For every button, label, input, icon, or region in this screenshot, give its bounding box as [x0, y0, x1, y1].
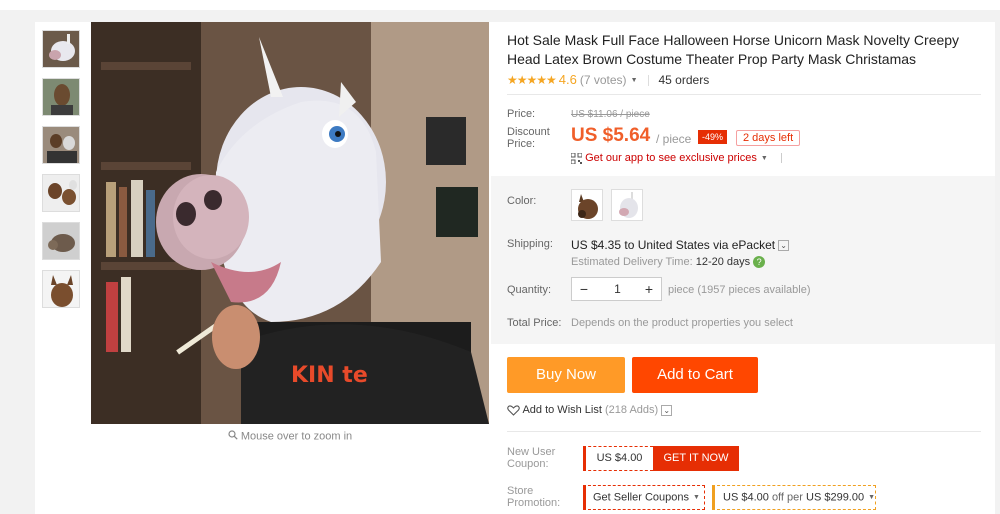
color-swatch-unicorn[interactable] [611, 189, 643, 221]
buy-now-button[interactable]: Buy Now [507, 357, 625, 393]
delivery-estimate: Estimated Delivery Time: 12-20 days? [571, 256, 766, 269]
discount-badge: -49% [698, 130, 728, 144]
shipping-label: Shipping: [507, 238, 553, 250]
quantity-decrease-button[interactable]: − [572, 278, 596, 300]
orders-count: 45 orders [658, 73, 710, 87]
rating-stars: ★★★★★ [507, 73, 557, 87]
caret-down-icon: ▼ [693, 494, 700, 501]
divider [780, 153, 782, 164]
store-promotion-dropdown[interactable]: US $4.00 off per US $299.00 ▼ [712, 485, 876, 510]
seller-coupons-dropdown[interactable]: Get Seller Coupons ▼ [583, 485, 705, 510]
days-left-badge: 2 days left [736, 130, 801, 146]
app-promo-link[interactable]: Get our app to see exclusive prices ▼ [570, 152, 782, 165]
wish-list-label: Add to Wish List [522, 404, 602, 416]
discount-price: US $5.64 [571, 125, 651, 146]
top-band [0, 0, 1000, 10]
thumbnail-horses[interactable] [42, 174, 80, 212]
price-unit: / piece [656, 132, 692, 146]
store-promotion-label: Store Promotion: [507, 485, 561, 509]
heart-icon [507, 404, 522, 416]
chevron-down-icon[interactable]: ▼ [631, 77, 638, 84]
availability-text: piece (1957 pieces available) [668, 284, 811, 296]
product-card: KIN te Mouse over to zoom in Hot Sale Ma… [35, 22, 995, 514]
chevron-down-icon[interactable]: ⌄ [778, 240, 790, 252]
main-product-image[interactable]: KIN te [91, 22, 489, 424]
wish-count: (218 Adds) [605, 404, 659, 416]
original-price: US $11.06 / piece [571, 109, 650, 120]
promo-off-text: off per [771, 491, 803, 504]
svg-text:KIN te: KIN te [291, 363, 368, 388]
thumbnail-list [42, 30, 82, 318]
color-swatch-brown[interactable] [571, 189, 603, 221]
zoom-hint-text: Mouse over to zoom in [240, 430, 353, 443]
rating-row: ★★★★★ 4.6 (7 votes) ▼ 45 orders [507, 72, 709, 87]
promo-amount: US $4.00 [723, 491, 769, 504]
quantity-increase-button[interactable]: + [637, 278, 661, 300]
chevron-down-icon[interactable]: ⌄ [661, 404, 673, 416]
shipping-value[interactable]: US $4.35 to United States via ePacket ⌄ [571, 238, 790, 252]
get-it-now-button[interactable]: GET IT NOW [653, 446, 739, 471]
app-promo-text: Get our app to see exclusive prices [585, 152, 757, 164]
promo-threshold: US $299.00 [806, 491, 865, 504]
quantity-label: Quantity: [507, 284, 552, 296]
wish-list-link[interactable]: Add to Wish List (218 Adds) ⌄ [507, 404, 673, 416]
search-icon [228, 430, 238, 443]
caret-down-icon: ▼ [760, 154, 768, 162]
help-icon[interactable]: ? [753, 256, 766, 269]
thumbnail-horse[interactable] [42, 78, 80, 116]
add-to-cart-button[interactable]: Add to Cart [632, 357, 758, 393]
rating-score: 4.6 [558, 72, 577, 87]
coupon-amount: US $4.00 [583, 446, 653, 471]
thumbnail-horse-brown[interactable] [42, 270, 80, 308]
seller-coupons-label: Get Seller Coupons [593, 491, 689, 504]
quantity-stepper: − 1 + [571, 277, 662, 301]
color-label: Color: [507, 195, 537, 207]
divider [647, 75, 649, 87]
estimated-label: Estimated Delivery Time: [571, 256, 693, 268]
discount-price-label: Discount Price: [507, 126, 550, 150]
new-user-coupon-label: New User Coupon: [507, 446, 556, 470]
divider [507, 431, 981, 432]
thumbnail-horse-gray[interactable] [42, 222, 80, 260]
quantity-input[interactable]: 1 [596, 278, 639, 300]
zoom-hint: Mouse over to zoom in [91, 430, 489, 443]
qr-code-icon [570, 152, 585, 165]
divider [507, 94, 981, 95]
unicorn-mask-photo: KIN te [91, 22, 489, 424]
caret-down-icon: ▼ [868, 494, 876, 501]
thumbnail-people[interactable] [42, 126, 80, 164]
price-label: Price: [507, 108, 536, 120]
estimated-value: 12-20 days [695, 256, 751, 268]
votes-link[interactable]: (7 votes) [580, 73, 627, 87]
total-price-value: Depends on the product properties you se… [571, 317, 793, 329]
total-price-label: Total Price: [507, 317, 562, 329]
product-title: Hot Sale Mask Full Face Halloween Horse … [507, 32, 960, 67]
thumbnail-unicorn[interactable] [42, 30, 80, 68]
shipping-text: US $4.35 to United States via ePacket [571, 238, 776, 252]
